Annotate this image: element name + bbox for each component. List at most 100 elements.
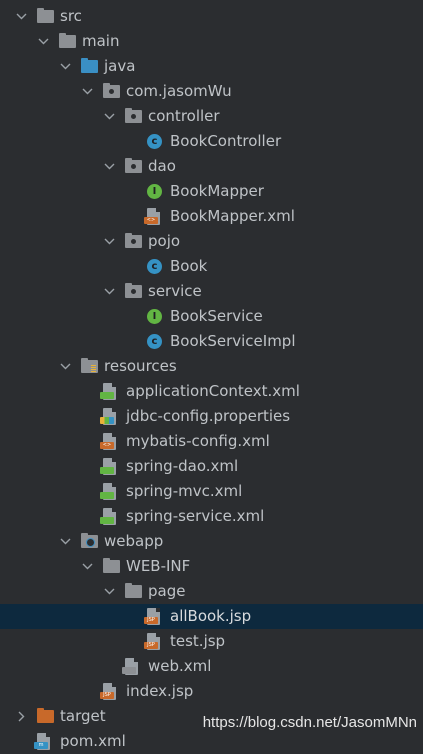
tree-row-label: webapp	[104, 532, 164, 550]
tree-row-web-xml[interactable]: web.xml	[0, 654, 423, 679]
class-icon: c	[147, 134, 162, 149]
tree-row-label: page	[148, 582, 186, 600]
chevron-down-icon[interactable]	[58, 529, 72, 554]
tree-row-dao[interactable]: dao	[0, 154, 423, 179]
tree-row-label: BookServiceImpl	[170, 332, 296, 350]
tree-row-service[interactable]: service	[0, 279, 423, 304]
interface-icon: I	[147, 184, 162, 199]
tree-row-label: web.xml	[148, 657, 212, 675]
watermark: https://blog.csdn.net/JasomMNn	[202, 714, 417, 731]
tree-row-book[interactable]: c Book	[0, 254, 423, 279]
class-icon: c	[147, 334, 162, 349]
chevron-down-icon[interactable]	[58, 354, 72, 379]
tree-row-mybatis-config-xml[interactable]: <> mybatis-config.xml	[0, 429, 423, 454]
package-icon	[103, 83, 120, 98]
chevron-down-icon[interactable]	[80, 79, 94, 104]
chevron-right-icon[interactable]	[14, 704, 28, 729]
source-folder-icon	[81, 58, 98, 73]
spring-xml-icon	[100, 483, 116, 500]
tree-row-label: com.jasomWu	[126, 82, 232, 100]
tree-row-spring-service-xml[interactable]: spring-service.xml	[0, 504, 423, 529]
tree-row-label: dao	[148, 157, 176, 175]
tree-row-allbook-jsp[interactable]: JSP allBook.jsp	[0, 604, 423, 629]
tree-row-bookservice[interactable]: I BookService	[0, 304, 423, 329]
tree-row-label: BookMapper.xml	[170, 207, 295, 225]
tree-row-label: BookController	[170, 132, 282, 150]
jsp-file-icon: JSP	[144, 608, 160, 625]
folder-icon	[103, 558, 120, 573]
chevron-down-icon[interactable]	[58, 54, 72, 79]
tree-row-pom-xml[interactable]: m pom.xml	[0, 729, 423, 754]
tree-row-main[interactable]: main	[0, 29, 423, 54]
tree-row-label: src	[60, 7, 82, 25]
tree-row-jdbc-config-properties[interactable]: jdbc-config.properties	[0, 404, 423, 429]
tree-row-label: controller	[148, 107, 220, 125]
web-xml-icon	[122, 658, 138, 675]
tree-row-bookserviceimpl[interactable]: c BookServiceImpl	[0, 329, 423, 354]
folder-icon	[37, 8, 54, 23]
chevron-down-icon[interactable]	[102, 154, 116, 179]
tree-row-label: main	[82, 32, 120, 50]
excluded-folder-icon	[37, 708, 54, 723]
tree-row-spring-mvc-xml[interactable]: spring-mvc.xml	[0, 479, 423, 504]
tree-row-web-inf[interactable]: WEB-INF	[0, 554, 423, 579]
web-folder-icon	[81, 533, 98, 548]
jsp-file-icon: JSP	[144, 633, 160, 650]
chevron-down-icon[interactable]	[80, 554, 94, 579]
tree-row-label: allBook.jsp	[170, 607, 252, 625]
tree-row-label: spring-dao.xml	[126, 457, 239, 475]
tree-row-label: java	[104, 57, 136, 75]
tree-row-java[interactable]: java	[0, 54, 423, 79]
tree-row-index-jsp[interactable]: JSP index.jsp	[0, 679, 423, 704]
tree-row-label: test.jsp	[170, 632, 226, 650]
tree-row-bookcontroller[interactable]: c BookController	[0, 129, 423, 154]
tree-row-page[interactable]: page	[0, 579, 423, 604]
tree-row-test-jsp[interactable]: JSP test.jsp	[0, 629, 423, 654]
tree-row-spring-dao-xml[interactable]: spring-dao.xml	[0, 454, 423, 479]
interface-icon: I	[147, 309, 162, 324]
spring-xml-icon	[100, 458, 116, 475]
class-icon: c	[147, 259, 162, 274]
tree-row-com-jasomwu[interactable]: com.jasomWu	[0, 79, 423, 104]
tree-row-label: pom.xml	[60, 732, 126, 750]
resources-folder-icon	[81, 358, 98, 373]
chevron-down-icon[interactable]	[102, 229, 116, 254]
maven-file-icon: m	[34, 733, 50, 750]
tree-row-bookmapper-xml[interactable]: <> BookMapper.xml	[0, 204, 423, 229]
project-tree: src main java com.jasomWu controller c BookCon…	[0, 4, 423, 754]
tree-row-label: BookMapper	[170, 182, 264, 200]
tree-row-label: spring-mvc.xml	[126, 482, 243, 500]
tree-row-label: mybatis-config.xml	[126, 432, 270, 450]
tree-row-resources[interactable]: resources	[0, 354, 423, 379]
tree-row-src[interactable]: src	[0, 4, 423, 29]
tree-row-label: Book	[170, 257, 208, 275]
xml-file-icon: <>	[100, 433, 116, 450]
spring-xml-icon	[100, 508, 116, 525]
tree-row-label: target	[60, 707, 106, 725]
tree-row-label: resources	[104, 357, 177, 375]
package-icon	[125, 283, 142, 298]
folder-icon	[59, 33, 76, 48]
tree-row-webapp[interactable]: webapp	[0, 529, 423, 554]
spring-xml-icon	[100, 383, 116, 400]
jsp-file-icon: JSP	[100, 683, 116, 700]
tree-row-applicationcontext-xml[interactable]: applicationContext.xml	[0, 379, 423, 404]
tree-row-label: pojo	[148, 232, 181, 250]
tree-row-label: index.jsp	[126, 682, 194, 700]
chevron-down-icon[interactable]	[14, 4, 28, 29]
tree-row-label: spring-service.xml	[126, 507, 265, 525]
properties-file-icon	[100, 408, 116, 425]
package-icon	[125, 158, 142, 173]
tree-row-bookmapper[interactable]: I BookMapper	[0, 179, 423, 204]
chevron-down-icon[interactable]	[36, 29, 50, 54]
tree-row-label: applicationContext.xml	[126, 382, 300, 400]
tree-row-label: jdbc-config.properties	[126, 407, 291, 425]
chevron-down-icon[interactable]	[102, 579, 116, 604]
tree-row-label: BookService	[170, 307, 263, 325]
chevron-down-icon[interactable]	[102, 104, 116, 129]
chevron-down-icon[interactable]	[102, 279, 116, 304]
package-icon	[125, 233, 142, 248]
tree-row-controller[interactable]: controller	[0, 104, 423, 129]
tree-row-pojo[interactable]: pojo	[0, 229, 423, 254]
tree-row-label: service	[148, 282, 202, 300]
